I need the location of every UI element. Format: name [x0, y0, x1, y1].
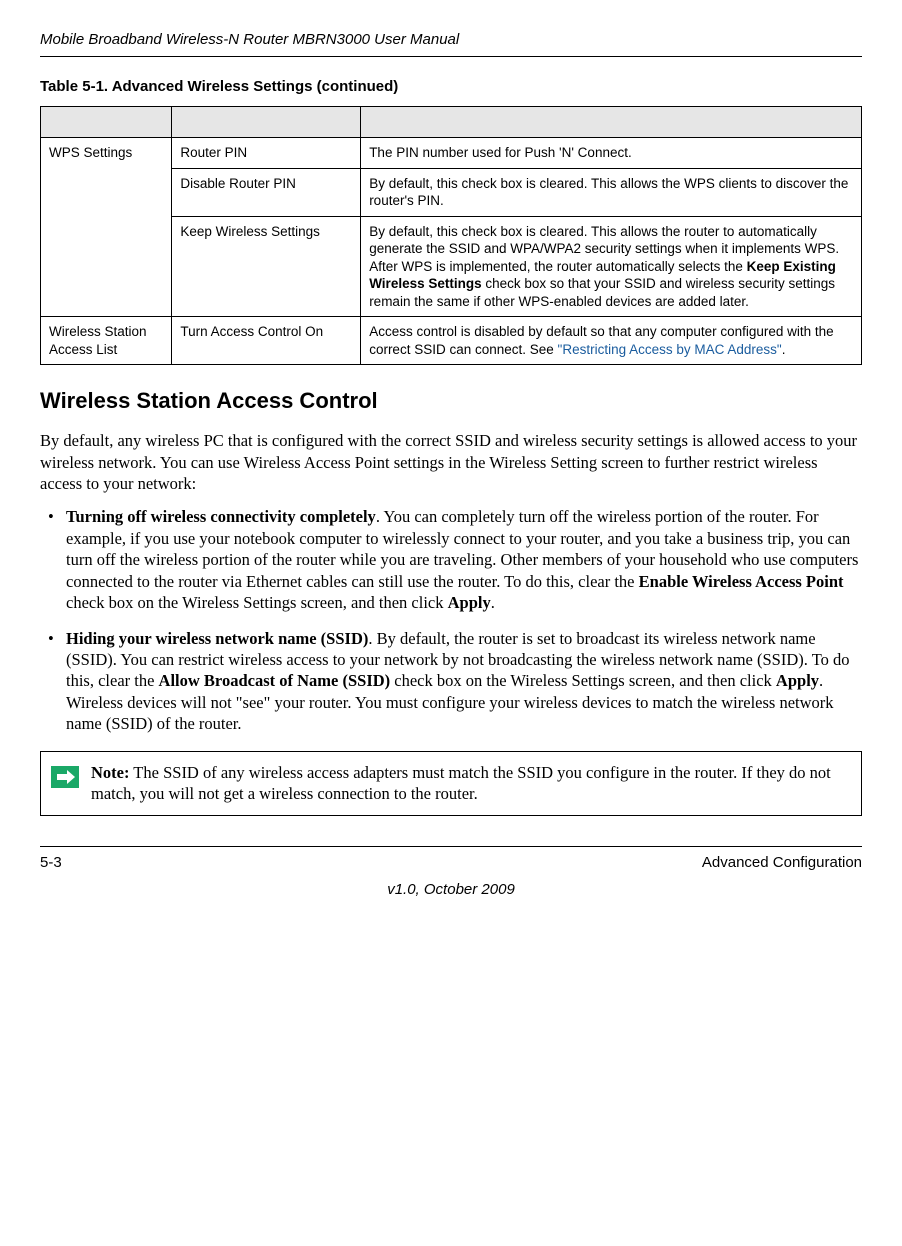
- cell-desc: The PIN number used for Push 'N' Connect…: [361, 138, 862, 169]
- cell-group: WPS Settings: [41, 138, 172, 317]
- bullet-title: Turning off wireless connectivity comple…: [66, 507, 376, 526]
- cell-setting: Router PIN: [172, 138, 361, 169]
- bullet-bold: Apply: [448, 593, 491, 612]
- cell-group: Wireless Station Access List: [41, 317, 172, 365]
- doc-header-title: Mobile Broadband Wireless-N Router MBRN3…: [40, 30, 862, 50]
- footer-rule: [40, 846, 862, 847]
- note-label: Note:: [91, 763, 129, 782]
- settings-table: WPS Settings Router PIN The PIN number u…: [40, 106, 862, 365]
- table-row: Wireless Station Access List Turn Access…: [41, 317, 862, 365]
- cell-setting: Keep Wireless Settings: [172, 216, 361, 317]
- footer-section: Advanced Configuration: [702, 853, 862, 873]
- cell-setting: Disable Router PIN: [172, 168, 361, 216]
- list-item: Hiding your wireless network name (SSID)…: [40, 628, 862, 735]
- section-heading: Wireless Station Access Control: [40, 387, 862, 416]
- note-box: Note: The SSID of any wireless access ad…: [40, 751, 862, 816]
- bullet-bold: Allow Broadcast of Name (SSID): [159, 671, 391, 690]
- table-header-cell: [172, 107, 361, 138]
- bullet-bold: Apply: [776, 671, 819, 690]
- table-caption: Table 5-1. Advanced Wireless Settings (c…: [40, 77, 862, 97]
- cell-desc-text: .: [782, 342, 786, 357]
- bullet-text: check box on the Wireless Settings scree…: [390, 671, 776, 690]
- cell-setting: Turn Access Control On: [172, 317, 361, 365]
- bullet-title: Hiding your wireless network name (SSID): [66, 629, 368, 648]
- cross-ref-link[interactable]: "Restricting Access by MAC Address": [558, 342, 782, 357]
- footer-version: v1.0, October 2009: [40, 880, 862, 900]
- bullet-text: .: [491, 593, 495, 612]
- note-body: The SSID of any wireless access adapters…: [91, 763, 831, 803]
- table-header-cell: [41, 107, 172, 138]
- cell-desc: Access control is disabled by default so…: [361, 317, 862, 365]
- intro-paragraph: By default, any wireless PC that is conf…: [40, 430, 862, 494]
- bullet-text: check box on the Wireless Settings scree…: [66, 593, 448, 612]
- table-header-row: [41, 107, 862, 138]
- note-text: Note: The SSID of any wireless access ad…: [91, 762, 851, 805]
- page-footer: 5-3 Advanced Configuration v1.0, October…: [40, 846, 862, 900]
- table-header-cell: [361, 107, 862, 138]
- list-item: Turning off wireless connectivity comple…: [40, 506, 862, 613]
- table-row: WPS Settings Router PIN The PIN number u…: [41, 138, 862, 169]
- cell-desc: By default, this check box is cleared. T…: [361, 216, 862, 317]
- page-number: 5-3: [40, 853, 62, 873]
- arrow-icon: [51, 766, 79, 793]
- header-rule: [40, 56, 862, 57]
- bullet-bold: Enable Wireless Access Point: [639, 572, 844, 591]
- bullet-list: Turning off wireless connectivity comple…: [40, 506, 862, 734]
- cell-desc: By default, this check box is cleared. T…: [361, 168, 862, 216]
